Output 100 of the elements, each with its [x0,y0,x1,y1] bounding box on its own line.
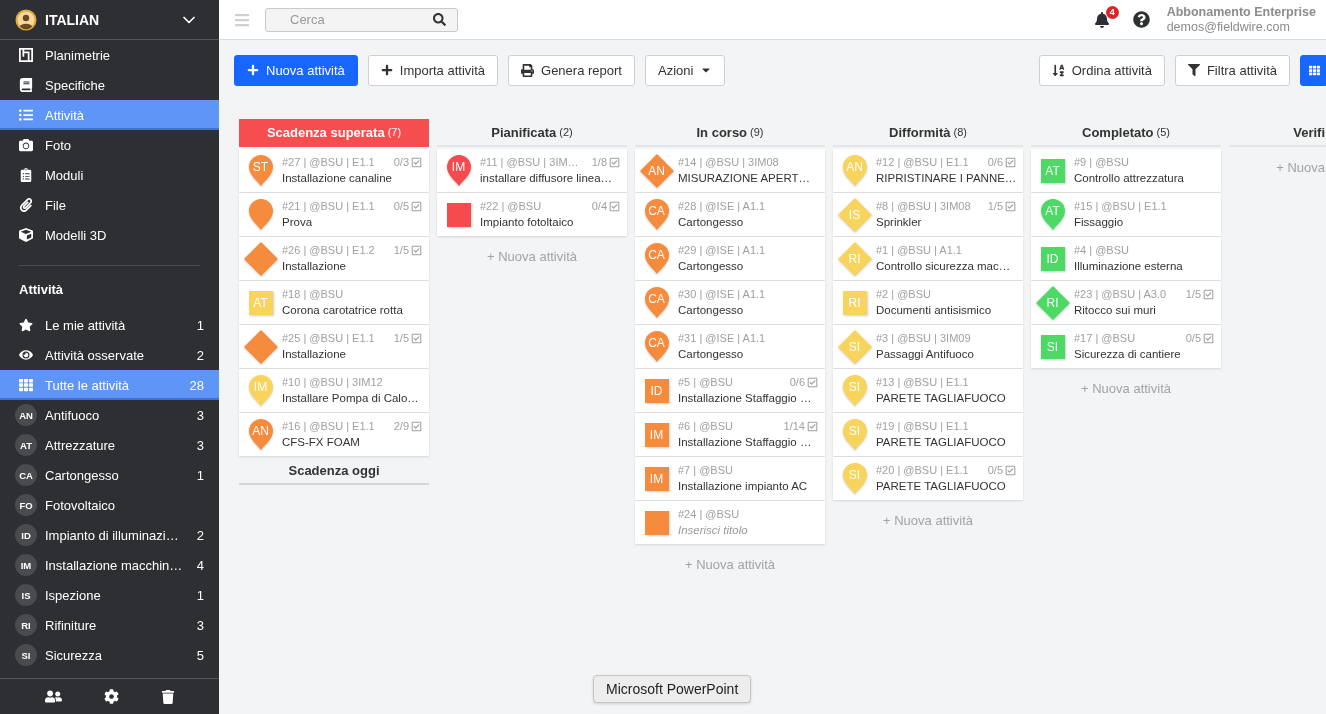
import-button[interactable]: Importa attività [367,54,499,86]
filter-item[interactable]: AN Antifuoco 3 [0,400,219,430]
help-icon[interactable] [1132,11,1150,28]
task-card[interactable]: SI #13 | @BSU | E1.1 PARETE TAGLIAFUOCO [833,369,1023,412]
paperclip-icon [19,198,33,212]
task-card[interactable]: CA #30 | @ISE | A1.1 Cartongesso [635,281,825,324]
checkbox-icon [1005,200,1016,212]
checklist-count: 0/5 [987,463,1003,477]
settings-icon[interactable] [103,689,119,704]
task-card[interactable]: IM #11 | @BSU | 3IM… 1/8 installare diffusore linea… [437,149,627,192]
task-card[interactable]: ID #4 | @BSU Illuminazione esterna [1031,237,1221,280]
task-meta: #26 | @BSU | E1.2 [282,243,375,257]
task-card[interactable]: ST #27 | @BSU | E1.1 0/3 Installazione canaline [239,149,429,192]
task-card[interactable]: #22 | @BSU 0/4 Impianto fotoltaico [437,193,627,236]
pin-icon: CA [643,242,670,275]
task-card[interactable]: AT #18 | @BSU Corona carotatrice rotta [239,281,429,324]
task-card[interactable]: AT #9 | @BSU Controllo attrezzatura [1031,149,1221,192]
checklist-count: 0/6 [789,375,805,389]
task-card[interactable]: ID #5 | @BSU 0/6 Installazione Staffaggio … [635,369,825,412]
task-title: Sicurezza di cantiere [1074,347,1182,362]
task-meta: #31 | @ISE | A1.1 [678,331,766,345]
nav-item[interactable]: Modelli 3D [0,220,219,250]
task-card[interactable]: RI #2 | @BSU Documenti antisismico [833,281,1023,324]
task-card[interactable]: SI #17 | @BSU 0/5 Sicurezza di cantiere [1031,325,1221,368]
board-view-toggle[interactable] [1300,54,1326,86]
pin-icon: AT [1039,198,1066,231]
checkbox-icon [807,420,818,432]
task-meta: #21 | @BSU | E1.1 [282,199,375,213]
filter-item[interactable]: IM Installazione macchin… 4 [0,550,219,580]
nav-item[interactable]: Specifiche [0,70,219,100]
task-card[interactable]: SI #20 | @BSU | E1.1 0/5 PARETE TAGLIAFUOCO [833,457,1023,500]
report-button[interactable]: Genera report [508,54,635,86]
group-header: Scadenza oggi [239,457,429,485]
checkbox-icon [1203,332,1214,344]
column-title: Difformità [889,124,951,140]
nav-item[interactable]: Moduli [0,160,219,190]
task-title: Installazione [282,259,347,274]
filter-item[interactable]: ID Impianto di illuminazi… 2 [0,520,219,550]
checklist-count: 1/14 [783,419,805,433]
task-card[interactable]: AN #14 | @BSU | 3IM08 MISURAZIONE APERT… [635,149,825,192]
column-count: (8) [953,126,967,138]
filter-item[interactable]: AT Attrezzature 3 [0,430,219,460]
filter-item[interactable]: Le mie attività 1 [0,310,219,340]
task-card[interactable]: CA #29 | @ISE | A1.1 Cartongesso [635,237,825,280]
task-card[interactable]: #25 | @BSU | E1.1 1/5 Installazione [239,325,429,368]
filter-button[interactable]: Filtra attività [1174,54,1290,86]
task-card[interactable]: SI #3 | @BSU | 3IM09 Passaggi Antifuoco [833,325,1023,368]
task-card[interactable]: SI #19 | @BSU | E1.1 PARETE TAGLIAFUOCO [833,413,1023,456]
task-meta: #18 | @BSU [282,287,344,301]
column-count: (5) [1156,126,1170,138]
list-icon [19,108,33,122]
task-card[interactable]: RI #1 | @BSU | A1.1 Controllo sicurezza mac… [833,237,1023,280]
bell-icon[interactable] [1093,11,1110,28]
task-title: Corona carotatrice rotta [282,303,404,318]
filter-item[interactable]: SI Sicurezza 5 [0,640,219,670]
checkbox-icon [609,200,620,212]
pin-icon: CA [643,330,670,363]
filter-item[interactable]: CA Cartongesso 1 [0,460,219,490]
task-card[interactable]: AT #15 | @BSU | E1.1 Fissaggio [1031,193,1221,236]
project-name: ITALIAN [45,11,100,28]
section-title: Attività [19,281,65,299]
nav-item[interactable]: Foto [0,130,219,160]
task-card[interactable]: IS #8 | @BSU | 3IM08 1/5 Sprinkler [833,193,1023,236]
task-card[interactable]: IM #7 | @BSU Installazione impianto AC [635,457,825,500]
filter-item[interactable]: RI Rifiniture 3 [0,610,219,640]
actions-dropdown[interactable]: Azioni [644,54,726,86]
task-card[interactable]: AN #12 | @BSU | E1.1 0/6 RIPRISTINARE I PANNE… [833,149,1023,192]
people-icon[interactable] [44,688,62,705]
task-card[interactable]: IM #6 | @BSU 1/14 Installazione Staffaggio … [635,413,825,456]
plus-icon [247,64,259,76]
nav-item[interactable]: Planimetrie [0,40,219,70]
column-count: (9) [750,126,764,138]
title-placeholder: Inserisci titolo [678,523,749,538]
task-card[interactable]: IM #10 | @BSU | 3IM12 Installare Pompa di Calo… [239,369,429,412]
task-card[interactable]: RI #23 | @BSU | A3.0 1/5 Ritocco sui muri [1031,281,1221,324]
project-logo[interactable] [15,8,37,31]
new-task-button[interactable]: Nuova attività [234,54,358,86]
column-title: Scadenza superata [266,124,385,140]
search-icon[interactable] [433,12,446,26]
sort-button[interactable]: Ordina attività [1038,54,1165,86]
checklist-count: 0/5 [1185,331,1201,345]
filter-item[interactable]: IS Ispezione 1 [0,580,219,610]
search-field[interactable]: Cerca [265,7,458,32]
column-title: In corso [696,124,748,140]
filter-item[interactable]: Attività osservate 2 [0,340,219,370]
filter-item[interactable]: FO Fotovoltaico [0,490,219,520]
task-card[interactable]: AN #16 | @BSU | E1.1 2/9 CFS-FX FOAM [239,413,429,456]
nav-item[interactable]: File [0,190,219,220]
task-title: Fissaggio [1074,215,1125,230]
task-title: Ritocco sui muri [1074,303,1157,318]
task-card[interactable]: #26 | @BSU | E1.2 1/5 Installazione [239,237,429,280]
task-card[interactable]: CA #31 | @ISE | A1.1 Cartongesso [635,325,825,368]
category-avatar: ID [15,524,37,546]
trash-icon[interactable] [160,689,175,704]
task-card[interactable]: CA #28 | @ISE | A1.1 Cartongesso [635,193,825,236]
column-title: Pianificata [491,124,557,140]
diamond-icon: AN [639,153,674,188]
grid-icon [19,378,33,392]
task-card[interactable]: #21 | @BSU | E1.1 0/5 Prova [239,193,429,236]
checkbox-icon [411,156,422,168]
